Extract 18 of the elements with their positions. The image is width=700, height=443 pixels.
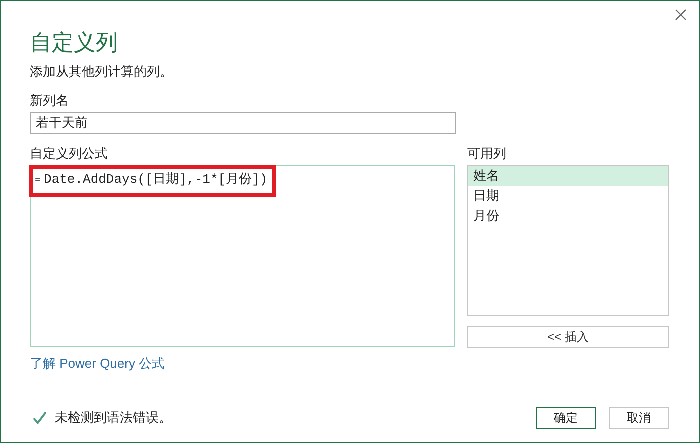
column-item[interactable]: 姓名 <box>468 166 668 186</box>
column-item[interactable]: 日期 <box>468 186 668 206</box>
insert-button[interactable]: << 插入 <box>467 326 669 348</box>
dialog-subtitle: 添加从其他列计算的列。 <box>30 63 174 81</box>
help-link[interactable]: 了解 Power Query 公式 <box>30 355 166 373</box>
status-message: 未检测到语法错误。 <box>55 409 173 427</box>
column-name-field[interactable]: 若干天前 <box>30 112 456 134</box>
formula-editor[interactable]: = Date.AddDays([日期],-1*[月份]) <box>30 165 456 347</box>
field-label: 新列名 <box>30 93 70 109</box>
equals-sign: = <box>35 175 42 189</box>
close-icon <box>675 9 687 21</box>
ok-button[interactable]: 确定 <box>536 407 596 429</box>
column-item[interactable]: 月份 <box>468 206 668 226</box>
formula-text: Date.AddDays([日期],-1*[月份]) <box>44 171 268 189</box>
field-label: 自定义列公式 <box>30 146 109 162</box>
dialog-title: 自定义列 <box>30 29 119 57</box>
cancel-button[interactable]: 取消 <box>609 407 669 429</box>
list-label: 可用列 <box>467 146 508 162</box>
